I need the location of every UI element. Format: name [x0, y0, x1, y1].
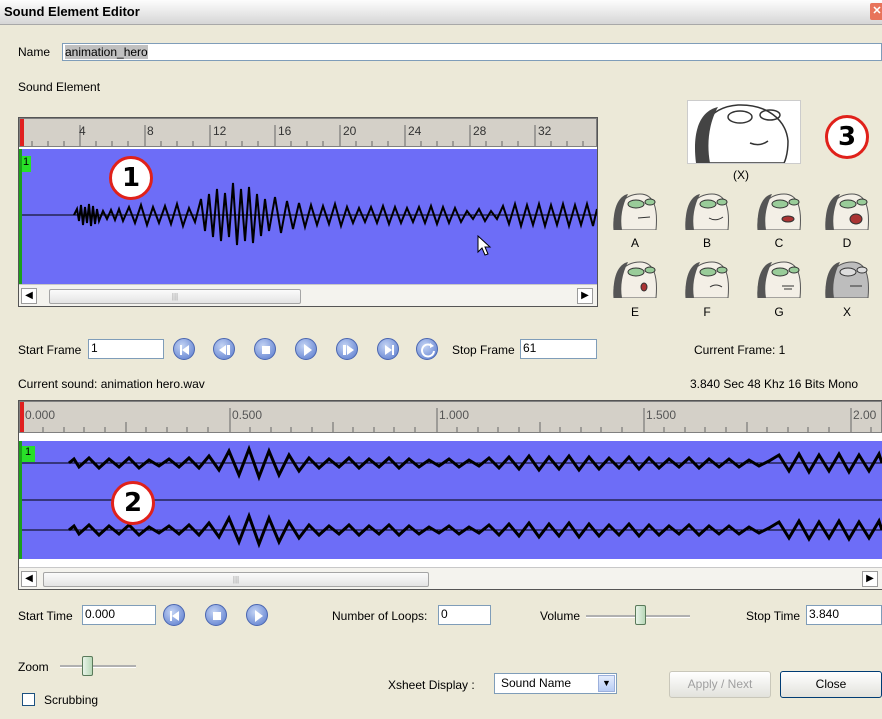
- time-go-to-start-icon[interactable]: [163, 604, 185, 626]
- window-title: Sound Element Editor: [4, 4, 140, 19]
- playhead-marker[interactable]: [20, 119, 24, 146]
- mouth-label-f: F: [703, 305, 711, 319]
- name-input[interactable]: animation_hero: [62, 43, 882, 61]
- zoom-slider-track[interactable]: [60, 665, 136, 668]
- zoom-slider-thumb[interactable]: [82, 656, 93, 676]
- time-frame-marker: 1: [21, 446, 35, 462]
- time-tick-label: 0.000: [25, 408, 56, 422]
- callout-badge: 2: [111, 481, 155, 525]
- frame-tick-label: 4: [79, 124, 86, 138]
- scrubbing-label: Scrubbing: [44, 693, 99, 707]
- mouth-thumbnail-g[interactable]: [754, 258, 804, 299]
- zoom-label: Zoom: [18, 660, 49, 674]
- mouth-label-d: D: [842, 236, 852, 250]
- scroll-right-icon[interactable]: ▶: [577, 288, 593, 304]
- mouth-label-g: G: [774, 305, 784, 319]
- time-playhead-marker[interactable]: [20, 402, 24, 432]
- mouth-thumbnail-b[interactable]: [682, 190, 732, 231]
- close-button[interactable]: Close: [780, 671, 882, 698]
- timeline-scrollbar[interactable]: ◀ ||| ▶: [19, 567, 882, 589]
- stop-time-label: Stop Time: [746, 609, 801, 623]
- start-frame-bar: [19, 149, 22, 284]
- stop-time-input[interactable]: 3.840: [806, 605, 882, 625]
- mouth-thumbnail-e[interactable]: [610, 258, 660, 299]
- mouth-thumbnail-a[interactable]: [610, 190, 660, 231]
- volume-label: Volume: [540, 609, 581, 623]
- time-tick-label: 1.000: [439, 408, 470, 422]
- stop-frame-input[interactable]: 61: [520, 339, 597, 359]
- current-frame-text: Current Frame: 1: [694, 343, 786, 357]
- mouth-label-e: E: [630, 305, 639, 319]
- time-tick-label: 1.500: [646, 408, 677, 422]
- stop-icon[interactable]: [254, 338, 276, 360]
- current-mouth-preview: [687, 100, 801, 164]
- mouth-label-a: A: [630, 236, 639, 250]
- frame-ruler[interactable]: 4 8 12 16 20 24 28 32: [19, 118, 597, 147]
- go-to-end-icon[interactable]: [377, 338, 399, 360]
- mouth-thumbnail-c[interactable]: [754, 190, 804, 231]
- volume-slider-thumb[interactable]: [635, 605, 646, 625]
- xsheet-display-select[interactable]: Sound Name ▼: [494, 673, 617, 694]
- sound-timeline-panel: 0.000 0.500 1.000 1.500 2.00 1 2 ◀ ||| ▶: [18, 400, 882, 590]
- time-tick-label: 2.00: [853, 408, 877, 422]
- frame-tick-label: 12: [213, 124, 227, 138]
- time-ruler[interactable]: 0.000 0.500 1.000 1.500 2.00: [19, 401, 882, 433]
- sound-element-scrollbar[interactable]: ◀ ||| ▶: [19, 284, 597, 306]
- frame-tick-label: 16: [278, 124, 292, 138]
- title-bar: Sound Element Editor ✕: [0, 0, 882, 25]
- timeline-scroll-right-icon[interactable]: ▶: [862, 571, 878, 587]
- current-sound-text: Current sound: animation hero.wav: [18, 377, 205, 391]
- number-of-loops-input[interactable]: 0: [438, 605, 491, 625]
- time-play-icon[interactable]: [246, 604, 268, 626]
- mouse-cursor-icon: [477, 235, 492, 256]
- scrubbing-checkbox[interactable]: [22, 693, 35, 706]
- start-frame-label: Start Frame: [18, 343, 82, 357]
- timeline-scroll-left-icon[interactable]: ◀: [21, 571, 37, 587]
- scroll-thumb[interactable]: |||: [49, 289, 301, 304]
- callout-badge: 3: [825, 115, 869, 159]
- number-of-loops-label: Number of Loops:: [332, 609, 428, 623]
- sound-element-label: Sound Element: [18, 80, 101, 94]
- mouth-label-b: B: [702, 236, 711, 250]
- stop-frame-label: Stop Frame: [452, 343, 515, 357]
- scroll-left-icon[interactable]: ◀: [21, 288, 37, 304]
- sound-element-panel: 4 8 12 16 20 24 28 32 1 1 ◀ ||| ▶: [18, 117, 598, 307]
- callout-badge: 1: [109, 156, 153, 200]
- timeline-scroll-thumb[interactable]: |||: [43, 572, 429, 587]
- close-window-icon[interactable]: ✕: [870, 3, 882, 20]
- sound-details-text: 3.840 Sec 48 Khz 16 Bits Mono: [690, 377, 859, 391]
- start-time-label: Start Time: [18, 609, 73, 623]
- current-mouth-label: (X): [733, 168, 749, 182]
- play-icon[interactable]: [295, 338, 317, 360]
- sound-element-waveform[interactable]: 1 1: [19, 149, 597, 284]
- timeline-start-bar: [19, 441, 22, 559]
- mouth-thumbnail-x[interactable]: [822, 258, 872, 299]
- start-time-input[interactable]: 0.000: [82, 605, 156, 625]
- frame-tick-label: 20: [343, 124, 357, 138]
- mouth-label-c: C: [774, 236, 784, 250]
- loop-icon[interactable]: [416, 338, 438, 360]
- start-frame-input[interactable]: 1: [88, 339, 164, 359]
- time-tick-label: 0.500: [232, 408, 263, 422]
- mouth-thumbnail-d[interactable]: [822, 190, 872, 231]
- xsheet-display-value: Sound Name: [501, 676, 572, 690]
- name-input-value: animation_hero: [65, 45, 148, 59]
- frame-tick-label: 32: [538, 124, 552, 138]
- chevron-down-icon[interactable]: ▼: [598, 675, 615, 692]
- time-stop-icon[interactable]: [205, 604, 227, 626]
- go-to-start-icon[interactable]: [173, 338, 195, 360]
- apply-next-button[interactable]: Apply / Next: [669, 671, 771, 698]
- name-label: Name: [18, 45, 51, 59]
- frame-tick-label: 8: [147, 124, 154, 138]
- xsheet-display-label: Xsheet Display :: [388, 678, 475, 692]
- frame-tick-label: 28: [473, 124, 487, 138]
- previous-frame-icon[interactable]: [213, 338, 235, 360]
- frame-marker: 1: [21, 156, 31, 172]
- mouth-thumbnail-f[interactable]: [682, 258, 732, 299]
- mouth-label-x: X: [842, 305, 851, 319]
- next-frame-icon[interactable]: [336, 338, 358, 360]
- frame-tick-label: 24: [408, 124, 422, 138]
- stereo-waveform[interactable]: 1 2: [19, 441, 882, 559]
